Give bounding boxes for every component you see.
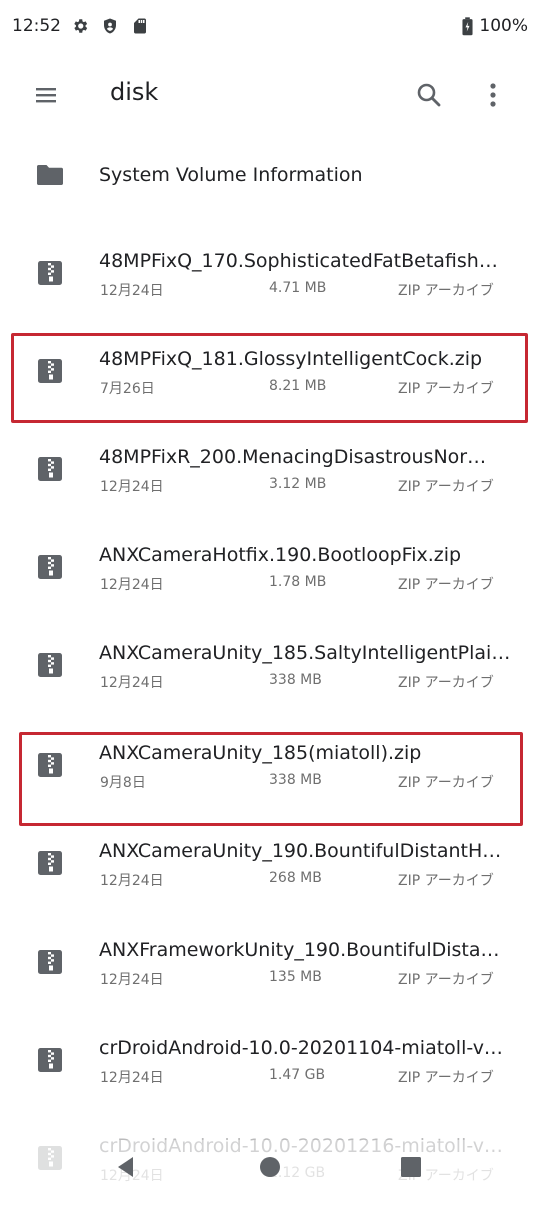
list-item[interactable]: ANXCameraUnity_185.SaltyIntelligentPlai……: [0, 618, 540, 716]
file-size: 3.12 MB: [269, 476, 327, 492]
list-item[interactable]: ANXFrameworkUnity_190.BountifulDista… 12…: [0, 915, 540, 1013]
file-type: ZIP アーカイブ: [398, 381, 494, 397]
app-bar: disk: [0, 52, 540, 138]
file-name: 48MPFixR_200.MenacingDisastrousNor…: [99, 446, 487, 468]
zip-archive-icon: [35, 552, 65, 582]
list-item[interactable]: crDroidAndroid-10.0-20201104-miatoll-v… …: [0, 1013, 540, 1111]
file-date: 12月24日: [100, 479, 164, 495]
zip-archive-icon: [35, 650, 65, 680]
zip-archive-icon: [35, 947, 65, 977]
more-vert-icon[interactable]: [480, 78, 506, 112]
file-date: 12月24日: [100, 1070, 164, 1086]
list-item[interactable]: 48MPFixQ_170.SophisticatedFatBetafish… 1…: [0, 226, 540, 324]
file-type: ZIP アーカイブ: [398, 283, 494, 299]
file-date: 12月24日: [100, 283, 164, 299]
file-size: 1.47 GB: [269, 1067, 326, 1083]
file-name: crDroidAndroid-10.0-20201104-miatoll-v…: [99, 1037, 503, 1059]
file-name: System Volume Information: [99, 164, 363, 186]
file-size: 338 MB: [269, 672, 322, 688]
zip-archive-icon: [35, 750, 65, 780]
recents-square-icon[interactable]: [400, 1156, 422, 1178]
list-item[interactable]: 48MPFixQ_181.GlossyIntelligentCock.zip 7…: [0, 324, 540, 422]
file-name: ANXCameraUnity_185.SaltyIntelligentPlai…: [99, 642, 511, 664]
file-size: 1.78 MB: [269, 574, 327, 590]
list-item[interactable]: ANXCameraHotfix.190.BootloopFix.zip 12月2…: [0, 520, 540, 618]
file-type: ZIP アーカイブ: [398, 675, 494, 691]
battery-icon: [462, 16, 473, 36]
file-name: ANXCameraHotfix.190.BootloopFix.zip: [99, 544, 462, 566]
file-type: ZIP アーカイブ: [398, 972, 494, 988]
page-title: disk: [110, 78, 159, 106]
hamburger-menu-icon[interactable]: [30, 79, 62, 111]
list-item[interactable]: System Volume Information: [0, 128, 540, 226]
file-type: ZIP アーカイブ: [398, 775, 494, 791]
zip-archive-icon: [35, 258, 65, 288]
file-type: ZIP アーカイブ: [398, 577, 494, 593]
list-item[interactable]: ANXCameraUnity_190.BountifulDistantH… 12…: [0, 816, 540, 914]
file-type: ZIP アーカイブ: [398, 873, 494, 889]
sd-card-icon: [131, 17, 149, 35]
file-size: 8.21 MB: [269, 378, 327, 394]
folder-icon: [35, 160, 65, 190]
file-name: ANXCameraUnity_190.BountifulDistantH…: [99, 840, 502, 862]
file-date: 12月24日: [100, 675, 164, 691]
file-type: ZIP アーカイブ: [398, 479, 494, 495]
file-date: 12月24日: [100, 577, 164, 593]
list-item[interactable]: 48MPFixR_200.MenacingDisastrousNor… 12月2…: [0, 422, 540, 520]
zip-archive-icon: [35, 848, 65, 878]
file-name: 48MPFixQ_170.SophisticatedFatBetafish…: [99, 250, 498, 272]
file-type: ZIP アーカイブ: [398, 1070, 494, 1086]
gear-icon: [71, 17, 89, 35]
file-size: 268 MB: [269, 870, 322, 886]
home-circle-icon[interactable]: [257, 1154, 283, 1180]
file-name: ANXFrameworkUnity_190.BountifulDista…: [99, 939, 500, 961]
file-size: 338 MB: [269, 772, 322, 788]
status-bar: 12:52 100%: [0, 0, 540, 52]
file-name: ANXCameraUnity_185(miatoll).zip: [99, 742, 422, 764]
battery-percentage: 100%: [479, 16, 528, 36]
file-date: 12月24日: [100, 972, 164, 988]
shield-icon: [101, 17, 119, 35]
file-name: 48MPFixQ_181.GlossyIntelligentCock.zip: [99, 348, 483, 370]
file-date: 9月8日: [100, 775, 146, 791]
list-item[interactable]: ANXCameraUnity_185(miatoll).zip 9月8日 338…: [0, 718, 540, 816]
file-size: 135 MB: [269, 969, 322, 985]
zip-archive-icon: [35, 356, 65, 386]
zip-archive-icon: [35, 454, 65, 484]
navigation-bar: [0, 1140, 540, 1200]
file-date: 7月26日: [100, 381, 155, 397]
file-size: 4.71 MB: [269, 280, 327, 296]
back-triangle-icon[interactable]: [113, 1154, 139, 1180]
file-date: 12月24日: [100, 873, 164, 889]
search-icon[interactable]: [412, 78, 446, 112]
status-time: 12:52: [12, 16, 61, 36]
zip-archive-icon: [35, 1045, 65, 1075]
